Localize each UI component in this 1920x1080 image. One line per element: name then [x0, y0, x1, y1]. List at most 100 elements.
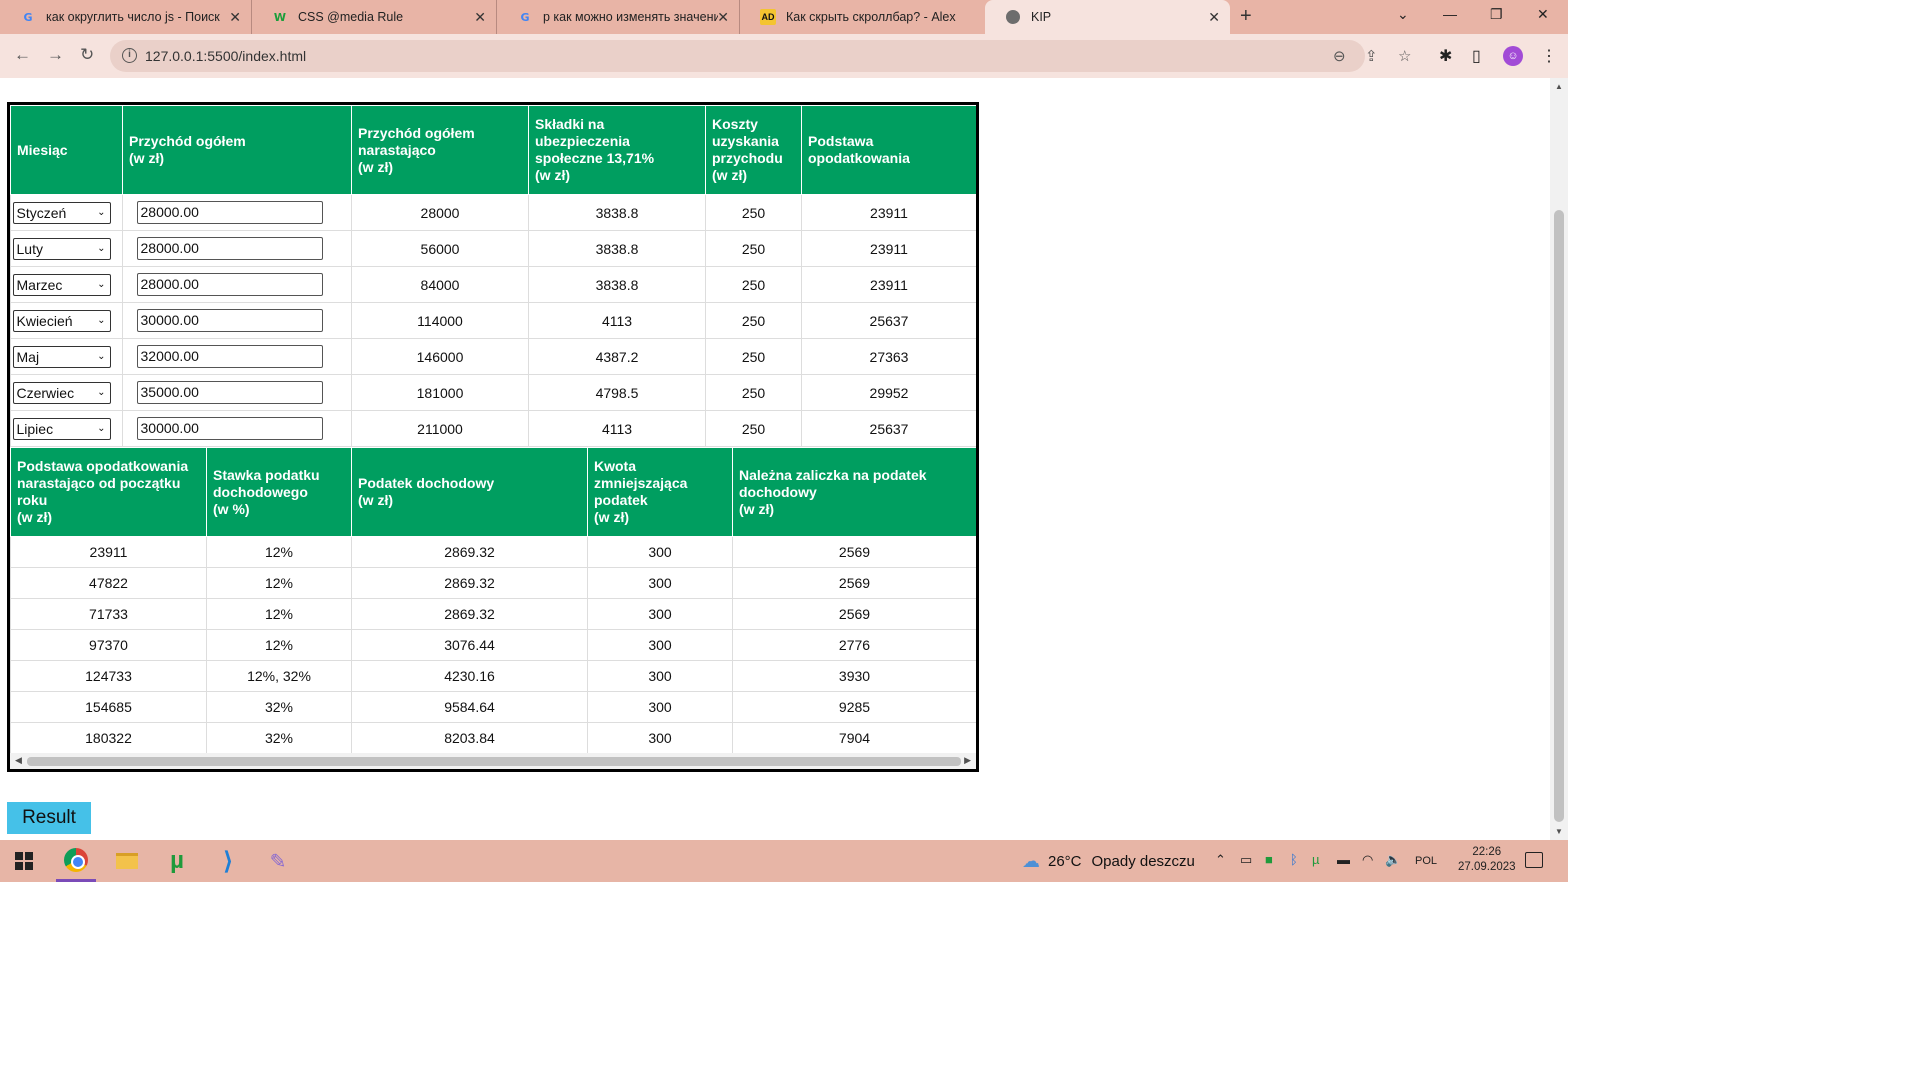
url-text[interactable]: 127.0.0.1:5500/index.html — [145, 48, 306, 64]
vscode-icon[interactable]: ⟩ — [215, 848, 241, 875]
close-tab-icon[interactable]: ✕ — [1208, 9, 1220, 26]
windows-start-icon[interactable] — [14, 851, 34, 871]
tax-advance-cell: 2569 — [732, 536, 976, 568]
tray-utorrent-icon[interactable]: µ — [1312, 852, 1320, 867]
result-button[interactable]: Result — [7, 802, 91, 834]
bluetooth-icon[interactable]: ᛒ — [1290, 852, 1298, 867]
table-row: Styczeń ⌄ 28000.00 28000 3838.8 250 23911 — [10, 194, 976, 231]
table-row: 124733 12%, 32% 4230.16 300 3930 — [10, 660, 976, 692]
battery-icon[interactable]: ▬ — [1337, 852, 1350, 867]
side-panel-icon[interactable]: ▯ — [1472, 46, 1481, 66]
header-costs: Koszty uzyskania przychodu (w zł) — [705, 105, 802, 195]
notifications-icon[interactable] — [1525, 852, 1543, 868]
extensions-icon[interactable]: ✱ — [1439, 46, 1452, 66]
tax-base-cell: 25637 — [801, 410, 976, 447]
table-row: Luty ⌄ 28000.00 56000 3838.8 250 23911 — [10, 230, 976, 267]
table-row: 180322 32% 8203.84 300 7904 — [10, 722, 976, 754]
language-indicator[interactable]: POL — [1415, 855, 1437, 867]
month-select-value: Marzec — [16, 276, 63, 293]
month-select[interactable]: Styczeń ⌄ — [12, 201, 111, 224]
tax-advance-cell: 2569 — [732, 598, 976, 630]
maximize-icon[interactable]: ❐ — [1490, 6, 1503, 23]
back-icon[interactable]: ← — [14, 45, 31, 65]
weather-widget[interactable]: ☁ 26°C Opady deszczu — [1022, 851, 1195, 872]
cumulative-cell: 84000 — [351, 266, 529, 303]
bookmark-star-icon[interactable]: ☆ — [1398, 47, 1411, 65]
month-select-value: Maj — [16, 348, 40, 365]
income-input[interactable]: 30000.00 — [136, 309, 323, 332]
close-tab-icon[interactable]: ✕ — [717, 9, 729, 26]
costs-cell: 250 — [705, 194, 802, 231]
tax-advance-cell: 2776 — [732, 629, 976, 661]
header-tax-reduction: Kwota zmniejszająca podatek (w zł) — [587, 447, 733, 537]
page-vertical-scrollbar[interactable]: ▲ ▼ — [1550, 78, 1568, 840]
browser-tab[interactable]: G р как можно изменять значени ✕ — [497, 0, 740, 34]
tray-nvidia-icon[interactable]: ■ — [1265, 852, 1273, 867]
reload-icon[interactable]: ↻ — [80, 45, 94, 65]
income-cell: 30000.00 — [122, 302, 352, 339]
close-tab-icon[interactable]: ✕ — [229, 9, 241, 26]
chrome-icon[interactable] — [64, 848, 88, 872]
cumulative-cell: 28000 — [351, 194, 529, 231]
income-input[interactable]: 30000.00 — [136, 417, 323, 440]
browser-tab-active[interactable]: KIP ✕ — [985, 0, 1230, 34]
month-select[interactable]: Kwiecień ⌄ — [12, 309, 111, 332]
minimize-icon[interactable]: — — [1443, 6, 1457, 22]
profile-avatar[interactable]: ☺ — [1503, 46, 1523, 66]
month-select[interactable]: Marzec ⌄ — [12, 273, 111, 296]
address-bar[interactable]: i 127.0.0.1:5500/index.html ⊖ ⇪ ☆ — [110, 40, 1411, 72]
tax-rate-cell: 12%, 32% — [206, 660, 352, 692]
cumulative-cell: 181000 — [351, 374, 529, 411]
browser-tab[interactable]: AD Как скрыть скроллбар? - Alexd — [740, 0, 985, 34]
new-tab-icon[interactable]: + — [1240, 5, 1252, 28]
tab-search-chevron-icon[interactable]: ⌄ — [1397, 6, 1409, 23]
browser-tab[interactable]: W CSS @media Rule ✕ — [252, 0, 497, 34]
taskbar-clock[interactable]: 22:26 27.09.2023 — [1458, 845, 1516, 875]
month-select[interactable]: Maj ⌄ — [12, 345, 111, 368]
close-window-icon[interactable]: ✕ — [1537, 6, 1549, 23]
income-input[interactable]: 32000.00 — [136, 345, 323, 368]
site-info-icon[interactable]: i — [122, 48, 137, 63]
month-cell: Lipiec ⌄ — [10, 410, 123, 447]
income-input[interactable]: 28000.00 — [136, 237, 323, 260]
table-row: Maj ⌄ 32000.00 146000 4387.2 250 27363 — [10, 338, 976, 375]
tables-container[interactable]: Miesiąc Przychód ogółem (w zł) Przychód o… — [7, 102, 979, 772]
tray-device-icon[interactable]: ▭ — [1240, 852, 1252, 868]
zoom-icon[interactable]: ⊖ — [1333, 47, 1346, 65]
month-select[interactable]: Lipiec ⌄ — [12, 417, 111, 440]
scroll-down-icon[interactable]: ▼ — [1555, 827, 1563, 836]
income-input[interactable]: 35000.00 — [136, 381, 323, 404]
paint-icon[interactable]: ✎ — [265, 848, 291, 874]
tray-chevron-icon[interactable]: ⌃ — [1215, 852, 1226, 868]
income-tax-cell: 2869.32 — [351, 536, 588, 568]
horizontal-scrollbar[interactable]: ◀ ▶ — [10, 753, 976, 769]
scroll-thumb[interactable] — [27, 757, 961, 766]
scroll-right-icon[interactable]: ▶ — [964, 755, 971, 766]
table-row: Lipiec ⌄ 30000.00 211000 4113 250 25637 — [10, 410, 976, 447]
tax-advance-cell: 2569 — [732, 567, 976, 599]
forward-icon[interactable]: → — [47, 45, 64, 65]
income-tax-cell: 3076.44 — [351, 629, 588, 661]
chevron-down-icon: ⌄ — [97, 350, 106, 362]
scroll-thumb[interactable] — [1554, 210, 1564, 822]
chevron-down-icon: ⌄ — [97, 242, 106, 254]
file-explorer-icon[interactable] — [114, 848, 140, 874]
base-cumulative-cell: 23911 — [10, 536, 207, 568]
share-icon[interactable]: ⇪ — [1365, 47, 1378, 65]
scroll-up-icon[interactable]: ▲ — [1555, 82, 1563, 91]
utorrent-icon[interactable]: µ — [164, 847, 190, 874]
close-tab-icon[interactable]: ✕ — [474, 9, 486, 26]
base-cumulative-cell: 71733 — [10, 598, 207, 630]
costs-cell: 250 — [705, 302, 802, 339]
income-input[interactable]: 28000.00 — [136, 201, 323, 224]
month-select[interactable]: Czerwiec ⌄ — [12, 381, 111, 404]
google-icon: G — [23, 10, 33, 24]
income-input[interactable]: 28000.00 — [136, 273, 323, 296]
base-cumulative-cell: 180322 — [10, 722, 207, 754]
menu-dots-icon[interactable]: ⋮ — [1541, 46, 1557, 66]
scroll-left-icon[interactable]: ◀ — [15, 755, 22, 766]
browser-tab[interactable]: G как округлить число js - Поиск ✕ — [0, 0, 252, 34]
volume-icon[interactable]: 🔈 — [1385, 852, 1401, 868]
wifi-icon[interactable]: ◠ — [1362, 852, 1373, 868]
month-select[interactable]: Luty ⌄ — [12, 237, 111, 260]
